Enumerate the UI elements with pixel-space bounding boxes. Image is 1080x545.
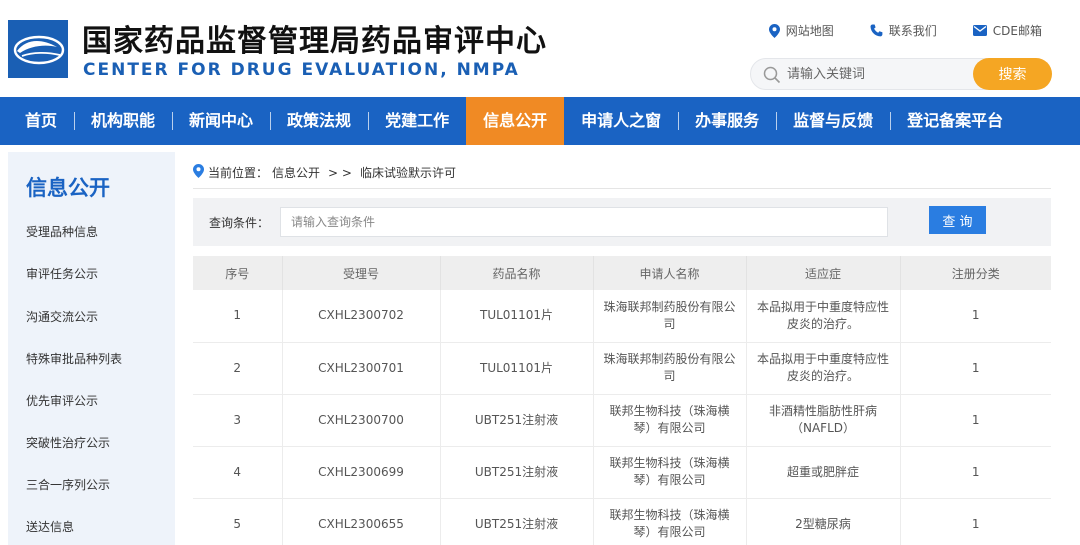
cell-index: 1 <box>193 290 283 343</box>
sidebar-item-priority[interactable]: 优先审评公示 <box>26 392 98 409</box>
query-bar: 查询条件： 查 询 <box>193 198 1051 246</box>
site-search: 搜索 <box>750 58 1052 90</box>
cell-indication: 2型糖尿病 <box>746 498 901 545</box>
cell-drug-name: TUL01101片 <box>440 342 594 395</box>
site-title-en: CENTER FOR DRUG EVALUATION, NMPA <box>83 60 520 80</box>
table-row[interactable]: 1 CXHL2300702 TUL01101片 珠海联邦制药股份有限公司 本品拟… <box>193 290 1051 343</box>
cell-acceptance-no: CXHL2300700 <box>282 394 441 447</box>
nav-item-registration[interactable]: 登记备案平台 <box>890 97 1020 145</box>
cell-drug-name: UBT251注射液 <box>440 394 594 447</box>
sidebar-item-breakthrough[interactable]: 突破性治疗公示 <box>26 434 110 451</box>
cell-drug-name: UBT251注射液 <box>440 446 594 499</box>
column-header: 适应症 <box>746 256 901 290</box>
cell-indication: 非酒精性脂肪性肝病（NAFLD） <box>746 394 901 447</box>
sidebar-item-special[interactable]: 特殊审批品种列表 <box>26 350 122 367</box>
cell-index: 5 <box>193 498 283 545</box>
mail-icon <box>972 25 987 36</box>
cell-indication: 本品拟用于中重度特应性皮炎的治疗。 <box>746 342 901 395</box>
results-table: 序号 受理号 药品名称 申请人名称 适应症 注册分类 1 CXHL2300702… <box>193 256 1051 545</box>
site-title-cn: 国家药品监督管理局药品审评中心 <box>82 24 547 59</box>
cell-registration-class: 1 <box>900 290 1051 343</box>
site-header: 国家药品监督管理局药品审评中心 CENTER FOR DRUG EVALUATI… <box>0 0 1080 96</box>
main-nav: 首页 机构职能 新闻中心 政策法规 党建工作 信息公开 申请人之窗 办事服务 监… <box>0 97 1080 145</box>
search-button[interactable]: 搜索 <box>973 58 1052 90</box>
breadcrumb: 当前位置： 信息公开 > > 临床试验默示许可 <box>193 164 456 181</box>
breadcrumb-prefix: 当前位置： <box>208 166 269 180</box>
column-header: 注册分类 <box>900 256 1051 290</box>
cell-registration-class: 1 <box>900 498 1051 545</box>
cell-drug-name: TUL01101片 <box>440 290 594 343</box>
query-input[interactable] <box>280 207 888 237</box>
nav-item-news[interactable]: 新闻中心 <box>172 97 270 145</box>
sidebar-item-communication[interactable]: 沟通交流公示 <box>26 308 98 325</box>
top-link-label: 联系我们 <box>888 24 937 38</box>
nav-item-services[interactable]: 办事服务 <box>678 97 776 145</box>
location-pin-icon <box>768 23 780 38</box>
location-pin-icon <box>193 164 204 181</box>
top-links: 网站地图 联系我们 CDE邮箱 <box>768 22 1042 39</box>
search-box <box>750 58 1000 90</box>
cell-indication: 本品拟用于中重度特应性皮炎的治疗。 <box>746 290 901 343</box>
cell-applicant: 珠海联邦制药股份有限公司 <box>593 342 747 395</box>
search-input[interactable] <box>787 59 987 89</box>
query-label: 查询条件： <box>209 216 270 230</box>
sidebar-item-delivery[interactable]: 送达信息 <box>26 518 74 535</box>
sidebar-title: 信息公开 <box>26 176 110 200</box>
cell-registration-class: 1 <box>900 394 1051 447</box>
cell-index: 2 <box>193 342 283 395</box>
cell-acceptance-no: CXHL2300701 <box>282 342 441 395</box>
top-link-mail[interactable]: CDE邮箱 <box>972 22 1042 39</box>
cell-applicant: 联邦生物科技（珠海横琴）有限公司 <box>593 446 747 499</box>
nav-item-party[interactable]: 党建工作 <box>368 97 466 145</box>
column-header: 序号 <box>193 256 283 290</box>
cell-acceptance-no: CXHL2300702 <box>282 290 441 343</box>
sidebar-item-accepted[interactable]: 受理品种信息 <box>26 223 98 240</box>
top-link-sitemap[interactable]: 网站地图 <box>768 22 834 39</box>
table-row[interactable]: 2 CXHL2300701 TUL01101片 珠海联邦制药股份有限公司 本品拟… <box>193 342 1051 395</box>
cell-registration-class: 1 <box>900 446 1051 499</box>
cell-drug-name: UBT251注射液 <box>440 498 594 545</box>
breadcrumb-current: 临床试验默示许可 <box>359 166 456 180</box>
table-header-row: 序号 受理号 药品名称 申请人名称 适应症 注册分类 <box>193 256 1051 290</box>
cell-applicant: 联邦生物科技（珠海横琴）有限公司 <box>593 394 747 447</box>
breadcrumb-separator: > > <box>328 165 352 180</box>
nav-item-home[interactable]: 首页 <box>8 97 74 145</box>
cell-applicant: 联邦生物科技（珠海横琴）有限公司 <box>593 498 747 545</box>
nav-item-functions[interactable]: 机构职能 <box>74 97 172 145</box>
top-link-label: CDE邮箱 <box>992 24 1042 38</box>
table-row[interactable]: 3 CXHL2300700 UBT251注射液 联邦生物科技（珠海横琴）有限公司… <box>193 394 1051 447</box>
column-header: 药品名称 <box>440 256 594 290</box>
phone-icon <box>870 24 883 37</box>
cell-acceptance-no: CXHL2300655 <box>282 498 441 545</box>
nav-item-feedback[interactable]: 监督与反馈 <box>776 97 890 145</box>
breadcrumb-divider <box>193 188 1051 189</box>
cde-logo-icon[interactable] <box>8 20 68 78</box>
main-content: 当前位置： 信息公开 > > 临床试验默示许可 查询条件： 查 询 序号 受理号… <box>193 152 1053 545</box>
top-link-contact[interactable]: 联系我们 <box>870 22 937 39</box>
table-row[interactable]: 5 CXHL2300655 UBT251注射液 联邦生物科技（珠海横琴）有限公司… <box>193 498 1051 545</box>
column-header: 受理号 <box>282 256 441 290</box>
nav-item-policy[interactable]: 政策法规 <box>270 97 368 145</box>
sidebar: 信息公开 受理品种信息 审评任务公示 沟通交流公示 特殊审批品种列表 优先审评公… <box>8 152 175 545</box>
nav-item-applicant[interactable]: 申请人之窗 <box>564 97 678 145</box>
cell-acceptance-no: CXHL2300699 <box>282 446 441 499</box>
nav-item-disclosure[interactable]: 信息公开 <box>466 97 565 145</box>
sidebar-item-tasks[interactable]: 审评任务公示 <box>26 265 98 282</box>
query-button[interactable]: 查 询 <box>929 206 986 234</box>
cell-index: 3 <box>193 394 283 447</box>
cell-indication: 超重或肥胖症 <box>746 446 901 499</box>
column-header: 申请人名称 <box>593 256 747 290</box>
cell-applicant: 珠海联邦制药股份有限公司 <box>593 290 747 343</box>
cell-registration-class: 1 <box>900 342 1051 395</box>
breadcrumb-section[interactable]: 信息公开 <box>272 164 320 181</box>
sidebar-item-three-in-one[interactable]: 三合一序列公示 <box>26 476 110 493</box>
cell-index: 4 <box>193 446 283 499</box>
table-row[interactable]: 4 CXHL2300699 UBT251注射液 联邦生物科技（珠海横琴）有限公司… <box>193 446 1051 499</box>
top-link-label: 网站地图 <box>785 24 834 38</box>
